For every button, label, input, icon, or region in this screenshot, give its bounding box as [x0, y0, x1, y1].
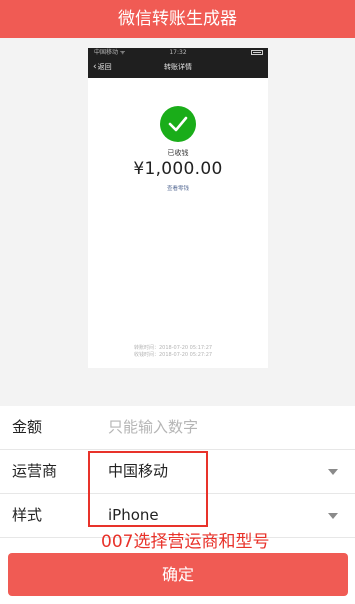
amount-row: 金额 只能输入数字 [0, 406, 355, 450]
carrier-label: 运营商 [12, 462, 58, 480]
nav-title: 转账详情 [164, 63, 192, 71]
annotation-text: 007选择营运商和型号 [101, 532, 270, 552]
preview-area: 中国移动 ᯤ 17:32 ‹返回 转账详情 已收钱 ¥1,000.00 查看零钱… [0, 38, 355, 406]
carrier-row[interactable]: 运营商 中国移动 [0, 450, 355, 494]
status-time: 17:32 [169, 49, 187, 56]
app-header: 微信转账生成器 [0, 0, 355, 38]
receive-time: 收钱时间：2018-07-20 05:27:27 [134, 352, 213, 358]
amount-label: 金额 [12, 418, 43, 436]
check-circle-icon [160, 106, 196, 142]
carrier-select[interactable]: 中国移动 [108, 450, 168, 493]
chevron-down-icon[interactable] [328, 469, 338, 475]
phone-nav-bar: ‹返回 转账详情 [88, 57, 268, 78]
app-title: 微信转账生成器 [118, 9, 237, 29]
transfer-amount: ¥1,000.00 [133, 159, 223, 179]
transfer-time: 转账时间：2018-07-20 05:17:27 [134, 345, 213, 351]
received-status: 已收钱 [167, 149, 189, 157]
battery-icon [251, 50, 263, 55]
transfer-times: 转账时间：2018-07-20 05:17:27 收钱时间：2018-07-20… [134, 345, 212, 359]
chevron-down-icon[interactable] [328, 513, 338, 519]
view-change-link: 查看零钱 [166, 186, 189, 192]
confirm-button[interactable]: 确定 [8, 553, 348, 596]
style-label: 样式 [12, 506, 43, 524]
phone-status-bar: 中国移动 ᯤ 17:32 [88, 48, 268, 57]
amount-input[interactable]: 只能输入数字 [108, 406, 198, 449]
phone-preview: 中国移动 ᯤ 17:32 ‹返回 转账详情 已收钱 ¥1,000.00 查看零钱… [88, 48, 268, 368]
